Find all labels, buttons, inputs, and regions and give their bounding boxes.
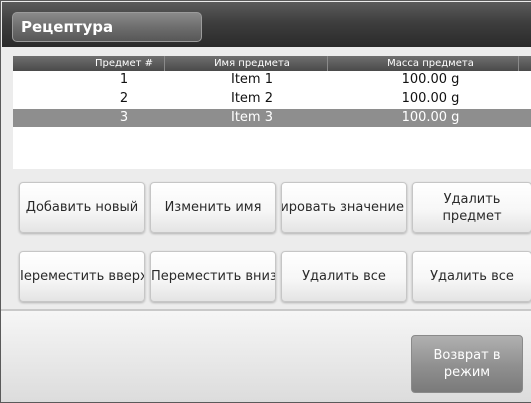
delete-all-button-secondary[interactable]: Удалить все — [412, 251, 531, 302]
delete-all-button[interactable]: Удалить все — [281, 251, 407, 302]
column-separator — [518, 56, 519, 71]
app-window: Рецептура Предмет # Имя предмета Масса п… — [0, 0, 531, 403]
delete-item-button[interactable]: Удалить предмет — [412, 182, 531, 233]
move-down-button[interactable]: Переместить вниз — [150, 251, 276, 302]
table-header: Предмет # Имя предмета Масса предмета — [13, 56, 531, 71]
column-separator — [164, 56, 165, 71]
table-row[interactable]: 1 Item 1 100.00 g — [13, 71, 531, 89]
items-table: Предмет # Имя предмета Масса предмета 1 … — [13, 56, 531, 169]
table-row[interactable]: 2 Item 2 100.00 g — [13, 90, 531, 108]
header-bar: Рецептура — [2, 2, 531, 47]
return-to-mode-button[interactable]: Возврат в режим — [411, 335, 523, 393]
rename-button[interactable]: Изменить имя — [150, 182, 276, 233]
cell-item-name: Item 2 — [231, 91, 273, 106]
table-row-selected[interactable]: 3 Item 3 100.00 g — [13, 109, 531, 127]
cell-item-mass: 100.00 g — [401, 91, 460, 106]
column-separator — [327, 56, 328, 71]
cell-item-mass: 100.00 g — [401, 110, 460, 125]
page-title: Рецептура — [12, 12, 202, 42]
column-header-item-mass: Масса предмета — [387, 58, 474, 69]
column-header-item-name: Имя предмета — [214, 58, 290, 69]
add-new-button[interactable]: Добавить новый — [19, 182, 145, 233]
edit-value-button[interactable]: ировать значение — [281, 182, 407, 233]
cell-item-name: Item 1 — [231, 72, 273, 87]
cell-item-name: Item 3 — [231, 110, 273, 125]
move-up-button[interactable]: Iереместить вверх — [19, 251, 145, 302]
cell-item-mass: 100.00 g — [401, 72, 460, 87]
